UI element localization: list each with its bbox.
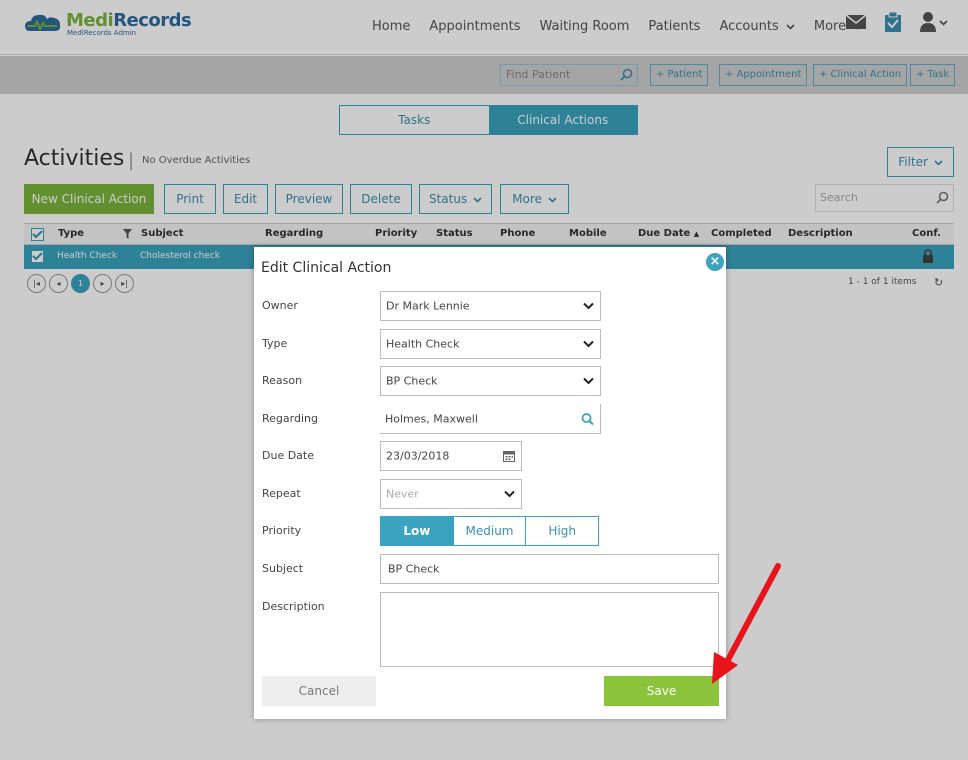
save-button[interactable]: Save — [604, 676, 719, 706]
due-date-value: 23/03/2018 — [386, 449, 450, 463]
owner-label: Owner — [262, 299, 298, 312]
priority-medium-button[interactable]: Medium — [454, 517, 527, 545]
priority-toggle: Low Medium High — [380, 516, 599, 546]
priority-low-button[interactable]: Low — [381, 517, 454, 545]
regarding-label: Regarding — [262, 412, 318, 425]
chevron-down-icon — [583, 377, 594, 385]
search-icon[interactable] — [581, 412, 594, 425]
due-date-input[interactable]: 23/03/2018 — [380, 441, 522, 471]
description-textarea[interactable] — [380, 592, 719, 667]
chevron-down-icon — [504, 490, 515, 498]
reason-label: Reason — [262, 374, 303, 387]
edit-clinical-action-dialog: Edit Clinical Action × Owner Dr Mark Len… — [254, 247, 726, 719]
owner-value: Dr Mark Lennie — [386, 299, 470, 313]
subject-label: Subject — [262, 562, 304, 575]
reason-value: BP Check — [386, 374, 438, 388]
subject-value: BP Check — [388, 562, 440, 576]
regarding-input[interactable]: Holmes, Maxwell — [380, 404, 601, 434]
due-date-label: Due Date — [262, 449, 314, 462]
cancel-button[interactable]: Cancel — [262, 676, 376, 706]
calendar-icon[interactable] — [503, 450, 515, 462]
chevron-down-icon — [583, 340, 594, 348]
reason-select[interactable]: BP Check — [380, 366, 601, 396]
repeat-label: Repeat — [262, 487, 301, 500]
description-label: Description — [262, 600, 325, 613]
priority-label: Priority — [262, 524, 302, 537]
dialog-title: Edit Clinical Action — [261, 260, 392, 276]
subject-input[interactable]: BP Check — [380, 554, 719, 584]
type-value: Health Check — [386, 337, 460, 351]
type-label: Type — [262, 337, 288, 350]
repeat-select[interactable]: Never — [380, 479, 522, 509]
priority-high-button[interactable]: High — [526, 517, 598, 545]
repeat-placeholder: Never — [386, 487, 419, 501]
close-icon[interactable]: × — [706, 253, 724, 271]
regarding-value: Holmes, Maxwell — [385, 412, 478, 425]
owner-select[interactable]: Dr Mark Lennie — [380, 291, 601, 321]
chevron-down-icon — [583, 302, 594, 310]
type-select[interactable]: Health Check — [380, 329, 601, 359]
